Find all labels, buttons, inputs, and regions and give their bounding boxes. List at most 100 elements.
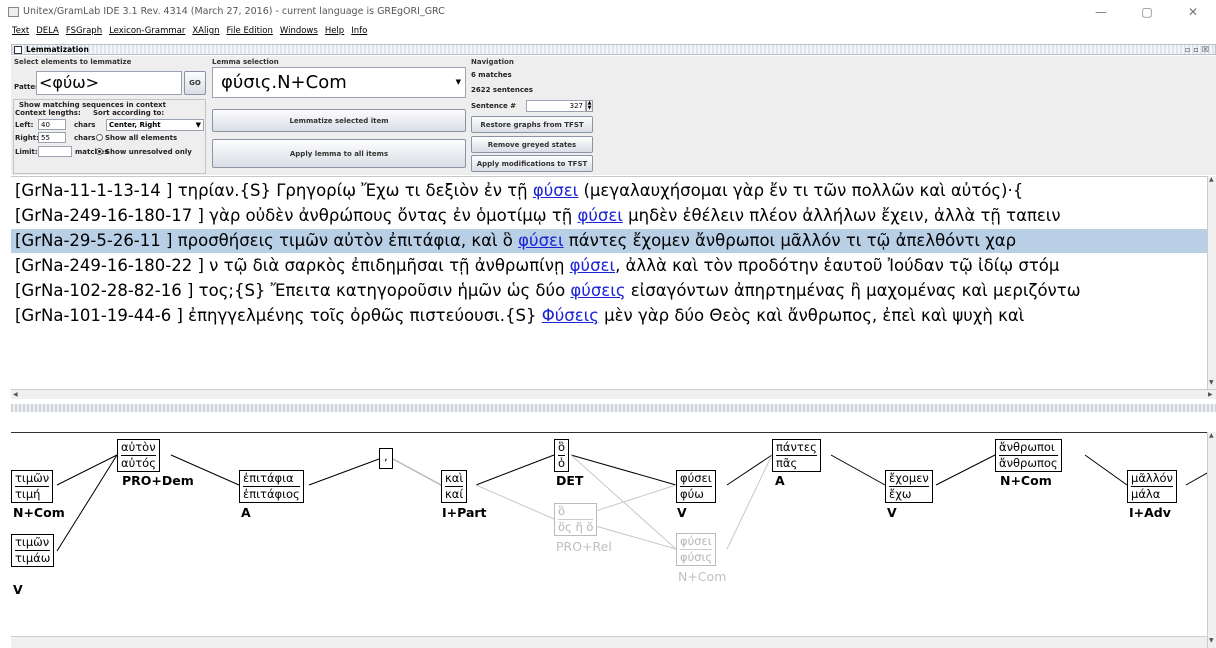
concordance-list[interactable]: [GrNa-11-1-13-14 ] τηρίαν.{S} Γρηγορίῳ Ἔ… <box>11 176 1207 389</box>
graph-node-ho-rel-greyed[interactable]: ὃ ὅς ἥ ὅ <box>554 503 598 536</box>
lemmatize-selected-button[interactable]: Lemmatize selected item <box>212 109 466 132</box>
concordance-row[interactable]: [GrNa-101-19-44-6 ] ἐπηγγελμένης τοῖς ὀρ… <box>11 304 1207 328</box>
graph-node-phusei-verb[interactable]: φύσει φύω <box>676 470 716 503</box>
graph-vertical-scrollbar[interactable]: ▲ ▼ <box>1207 432 1216 648</box>
row-right-context: μηδὲν ἐθέλειν πλέον ἀλλήλων ἔχειν, ἀλλὰ … <box>622 206 1061 225</box>
apply-lemma-all-button[interactable]: Apply lemma to all items <box>212 139 466 168</box>
concordance-row[interactable]: [GrNa-102-28-82-16 ] τος;{S} Ἔπειτα κατη… <box>11 279 1207 303</box>
pattern-input[interactable]: <φύω> <box>36 71 182 95</box>
menu-lexicon-grammar[interactable]: Lexicon-Grammar <box>109 24 185 38</box>
scroll-left-icon[interactable]: ◀ <box>13 391 18 398</box>
menu-bar: Text DELA FSGraph Lexicon-Grammar XAlign… <box>0 24 1216 38</box>
graph-node-phusei-noun-greyed[interactable]: φύσει φύσις <box>676 533 717 566</box>
remove-greyed-button[interactable]: Remove greyed states <box>471 136 593 153</box>
restore-graphs-button[interactable]: Restore graphs from TFST <box>471 116 593 133</box>
concordance-horizontal-scrollbar[interactable]: ◀ ▶ <box>11 389 1216 399</box>
scroll-right-icon[interactable]: ▶ <box>1208 391 1213 398</box>
show-all-radio[interactable]: Show all elements <box>96 134 177 142</box>
frame-controls[interactable]: ▫▫☒ <box>1185 45 1212 55</box>
left-input[interactable]: 40 <box>38 119 66 130</box>
right-label: Right: <box>15 134 39 142</box>
right-input[interactable]: 55 <box>38 132 66 143</box>
apply-modifications-button[interactable]: Apply modifications to TFST <box>471 155 593 172</box>
menu-xalign[interactable]: XAlign <box>192 24 219 38</box>
graph-node-ho-det[interactable]: ὃὁ <box>554 439 570 472</box>
sort-select[interactable]: Center, Right ▼ <box>106 119 204 131</box>
match-link[interactable]: φύσεις <box>570 281 625 300</box>
menu-help[interactable]: Help <box>325 24 344 38</box>
graph-node-echomen[interactable]: ἔχομεν ἔχω <box>885 470 933 503</box>
node-form: , <box>384 449 388 463</box>
limit-input[interactable] <box>38 146 72 157</box>
window-controls: — ▢ ✕ <box>1078 0 1216 24</box>
scroll-down-icon[interactable]: ▼ <box>1209 637 1214 644</box>
graph-node-kai[interactable]: καὶ καί <box>441 470 468 503</box>
radio-selected-icon <box>96 148 103 155</box>
match-link[interactable]: φύσει <box>570 256 615 275</box>
node-form: τιμῶν <box>15 471 50 487</box>
node-lemma: ὁ <box>558 456 566 470</box>
scroll-down-icon[interactable]: ▼ <box>1209 379 1214 386</box>
graph-node-auton[interactable]: αὐτὸν αὐτός <box>117 439 160 472</box>
menu-info[interactable]: Info <box>351 24 367 38</box>
window-title: Unitex/GramLab IDE 3.1 Rev. 4314 (March … <box>23 6 445 17</box>
split-divider[interactable] <box>11 404 1216 412</box>
navigation-panel: Navigation 6 matches 2622 sentences Sent… <box>470 56 594 175</box>
menu-dela[interactable]: DELA <box>36 24 59 38</box>
menu-text[interactable]: Text <box>12 24 29 38</box>
left-chars-label: chars <box>74 121 96 129</box>
node-form: μᾶλλόν <box>1131 471 1173 487</box>
graph-node-pantes[interactable]: πάντες πᾶς <box>772 439 821 472</box>
show-all-label: Show all elements <box>105 134 178 142</box>
maximize-button[interactable]: ▢ <box>1124 0 1170 24</box>
minimize-button[interactable]: — <box>1078 0 1124 24</box>
show-unresolved-radio[interactable]: Show unresolved only <box>96 148 192 156</box>
lemma-select[interactable]: φύσις.N+Com ▼ <box>212 67 466 98</box>
graph-node-mallon[interactable]: μᾶλλόν μάλα <box>1127 470 1177 503</box>
sentence-spinner[interactable]: ▲ ▼ <box>586 100 593 112</box>
concordance-row[interactable]: [GrNa-11-1-13-14 ] τηρίαν.{S} Γρηγορίῳ Ἔ… <box>11 179 1207 203</box>
graph-node-comma[interactable]: , <box>379 448 393 469</box>
graph-node-tag: PRO+Dem <box>122 473 194 488</box>
node-lemma: αὐτός <box>121 456 156 470</box>
graph-horizontal-scrollbar[interactable] <box>11 636 1207 648</box>
node-form: τιμῶν <box>15 535 51 551</box>
graph-node-epitaphia[interactable]: ἐπιτάφια ἐπιτάφιος <box>239 470 304 503</box>
match-link[interactable]: φύσει <box>577 206 622 225</box>
close-button[interactable]: ✕ <box>1170 0 1216 24</box>
sentence-graph[interactable]: τιμῶν τιμή N+Com τιμῶν τιμάω V αὐτὸν αὐτός … <box>11 432 1207 636</box>
graph-node-timon-timao[interactable]: τιμῶν τιμάω <box>11 534 55 567</box>
limit-label: Limit: <box>15 148 38 156</box>
sentence-number-input[interactable]: 327 <box>526 100 586 112</box>
node-form: αὐτὸν <box>121 440 156 456</box>
concordance-row[interactable]: [GrNa-249-16-180-17 ] γὰρ οὐδὲν ἀνθρώπου… <box>11 204 1207 228</box>
node-form: καὶ <box>445 471 464 487</box>
graph-node-anthropoi[interactable]: ἄνθρωποι ἄνθρωπος <box>995 439 1062 472</box>
context-box: Show matching sequences in context Conte… <box>13 99 206 174</box>
graph-node-tag: N+Com <box>1000 473 1052 488</box>
right-chars-label: chars <box>74 134 96 142</box>
match-count: 6 matches <box>471 71 512 79</box>
menu-fsgraph[interactable]: FSGraph <box>66 24 102 38</box>
menu-file-edition[interactable]: File Edition <box>227 24 273 38</box>
match-link[interactable]: Φύσεις <box>542 306 599 325</box>
sentence-count: 2622 sentences <box>471 86 533 94</box>
title-bar: Unitex/GramLab IDE 3.1 Rev. 4314 (March … <box>0 0 1216 24</box>
graph-node-tag: I+Adv <box>1129 505 1171 520</box>
scroll-up-icon[interactable]: ▲ <box>1209 176 1214 183</box>
nav-panel-title: Navigation <box>471 58 514 66</box>
match-link[interactable]: φύσει <box>533 181 578 200</box>
row-left-context: [GrNa-102-28-82-16 ] τος;{S} Ἔπειτα κατη… <box>15 281 571 300</box>
concordance-row-selected[interactable]: [GrNa-29-5-26-11 ] προσθήσεις τιμῶν αὐτὸ… <box>11 229 1207 253</box>
select-panel-title: Select elements to lemmatize <box>14 58 132 66</box>
menu-windows[interactable]: Windows <box>280 24 318 38</box>
go-button[interactable]: GO <box>184 71 206 95</box>
radio-icon <box>96 134 103 141</box>
node-form: φύσει <box>680 534 713 550</box>
concordance-vertical-scrollbar[interactable]: ▲ ▼ <box>1207 176 1216 389</box>
graph-node-timon-time[interactable]: τιμῶν τιμή <box>11 470 54 503</box>
match-link[interactable]: φύσει <box>518 231 563 250</box>
concordance-row[interactable]: [GrNa-249-16-180-22 ] ν τῷ διὰ σαρκὸς ἐπ… <box>11 254 1207 278</box>
scroll-up-icon[interactable]: ▲ <box>1209 432 1214 439</box>
select-panel: Select elements to lemmatize Pattern: <φ… <box>11 56 208 175</box>
